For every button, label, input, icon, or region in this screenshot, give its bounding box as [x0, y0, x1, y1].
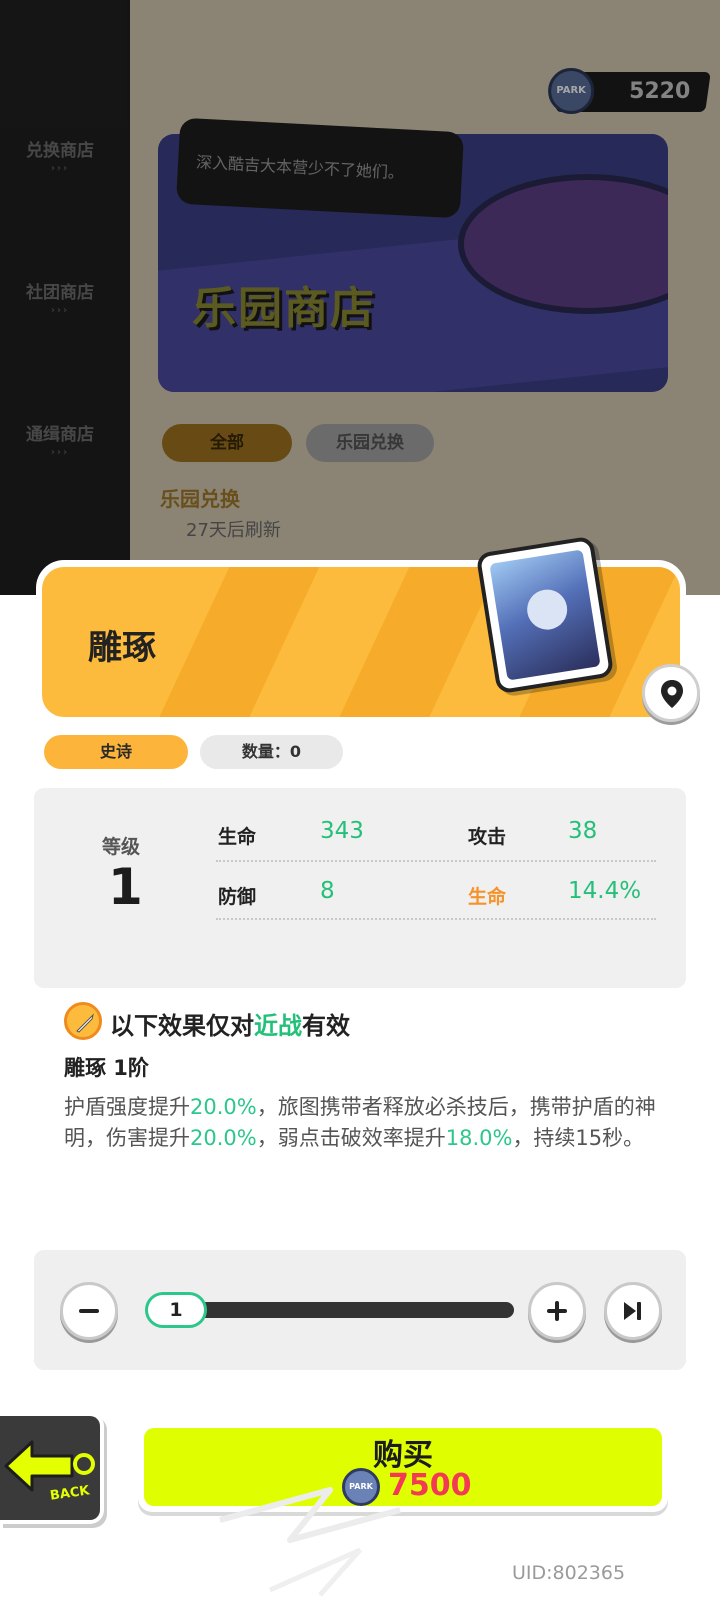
- effect-highlight: 近战: [254, 1012, 302, 1040]
- stat-label-hp: 生命: [218, 826, 257, 848]
- header-stripe: [334, 567, 500, 717]
- stat-value-attack: 38: [568, 818, 598, 844]
- currency-amount: 5220: [628, 79, 691, 104]
- refresh-timer: 27天后刷新: [186, 520, 281, 541]
- item-name: 雕琢: [88, 628, 156, 668]
- decrease-button[interactable]: [60, 1282, 118, 1340]
- level-value: 1: [108, 858, 143, 916]
- quantity-slider-thumb[interactable]: 1: [145, 1292, 207, 1328]
- tier-title: 雕琢 1阶: [64, 1056, 149, 1080]
- max-button[interactable]: [604, 1282, 662, 1340]
- sidebar-item-club-shop[interactable]: 社团商店 ›››: [0, 278, 120, 316]
- desc-text: ，持续15秒。: [512, 1126, 645, 1150]
- minus-icon: [79, 1309, 99, 1313]
- level-label: 等级: [102, 836, 141, 858]
- speech-bubble: 深入酷吉大本营少不了她们。: [175, 117, 465, 219]
- chevrons-icon: ›››: [50, 305, 70, 316]
- header-stripe: [154, 567, 320, 717]
- sidebar-item-label: 社团商店: [26, 283, 94, 303]
- section-title: 乐园兑换: [160, 487, 240, 511]
- stat-label-hp-bonus: 生命: [468, 886, 507, 908]
- effect-description: 护盾强度提升20.0%，旅图携带者释放必杀技后，携带护盾的神明，伤害提升20.0…: [64, 1092, 664, 1154]
- stat-divider: [216, 918, 656, 920]
- tab-park-exchange[interactable]: 乐园兑换: [306, 424, 434, 462]
- plus-icon: [547, 1301, 567, 1321]
- increase-button[interactable]: [528, 1282, 586, 1340]
- owned-quantity-badge: 数量：0: [200, 735, 343, 769]
- back-button[interactable]: BACK: [0, 1412, 104, 1524]
- stat-value-hp: 343: [320, 818, 364, 844]
- desc-value: 20.0%: [190, 1126, 257, 1150]
- stat-label-defense: 防御: [218, 886, 257, 908]
- desc-text: 护盾强度提升: [64, 1095, 190, 1119]
- decorative-lines: [219, 1487, 401, 1597]
- portrait-art: [489, 549, 601, 681]
- desc-value: 20.0%: [190, 1095, 257, 1119]
- chevrons-icon: ›››: [50, 163, 70, 174]
- locate-button[interactable]: [642, 664, 700, 722]
- skip-to-max-icon: [624, 1302, 641, 1320]
- sidebar-item-label: 通缉商店: [26, 425, 94, 445]
- effect-condition-text: 以下效果仅对近战有效: [110, 1006, 350, 1041]
- effect-prefix: 以下效果仅对: [110, 1012, 254, 1040]
- effect-suffix: 有效: [302, 1012, 350, 1040]
- stat-label-attack: 攻击: [468, 826, 507, 848]
- stat-value-hp-bonus: 14.4%: [568, 878, 642, 904]
- sidebar-item-label: 兑换商店: [26, 141, 94, 161]
- currency-display: PARK 5220: [548, 68, 711, 114]
- tab-all[interactable]: 全部: [162, 424, 292, 462]
- stat-divider: [216, 860, 656, 862]
- shop-background: 乐园商店 深入酷吉大本营少不了她们。 PARK 5220 兑换商店 ››› 社团…: [0, 0, 720, 595]
- banner-title: 乐园商店: [192, 283, 376, 334]
- stat-value-defense: 8: [320, 878, 335, 904]
- map-pin-icon: [661, 680, 683, 708]
- park-coin-icon: PARK: [548, 68, 595, 114]
- sidebar-item-wanted-shop[interactable]: 通缉商店 ›››: [0, 420, 120, 458]
- shop-sidebar: 兑换商店 ››› 社团商店 ››› 通缉商店 ›››: [0, 0, 130, 595]
- banner-quote: 深入酷吉大本营少不了她们。: [195, 152, 405, 183]
- rarity-badge: 史诗: [44, 735, 188, 769]
- item-portrait: [475, 535, 615, 695]
- character-face: [524, 586, 571, 633]
- chevrons-icon: ›››: [50, 447, 70, 458]
- sidebar-item-exchange-shop[interactable]: 兑换商店 ›››: [0, 136, 120, 174]
- desc-value: 18.0%: [445, 1126, 513, 1150]
- user-id: UID:802365: [512, 1562, 626, 1584]
- desc-text: ，弱点击破效率提升: [256, 1126, 446, 1150]
- sword-icon: [64, 1002, 102, 1040]
